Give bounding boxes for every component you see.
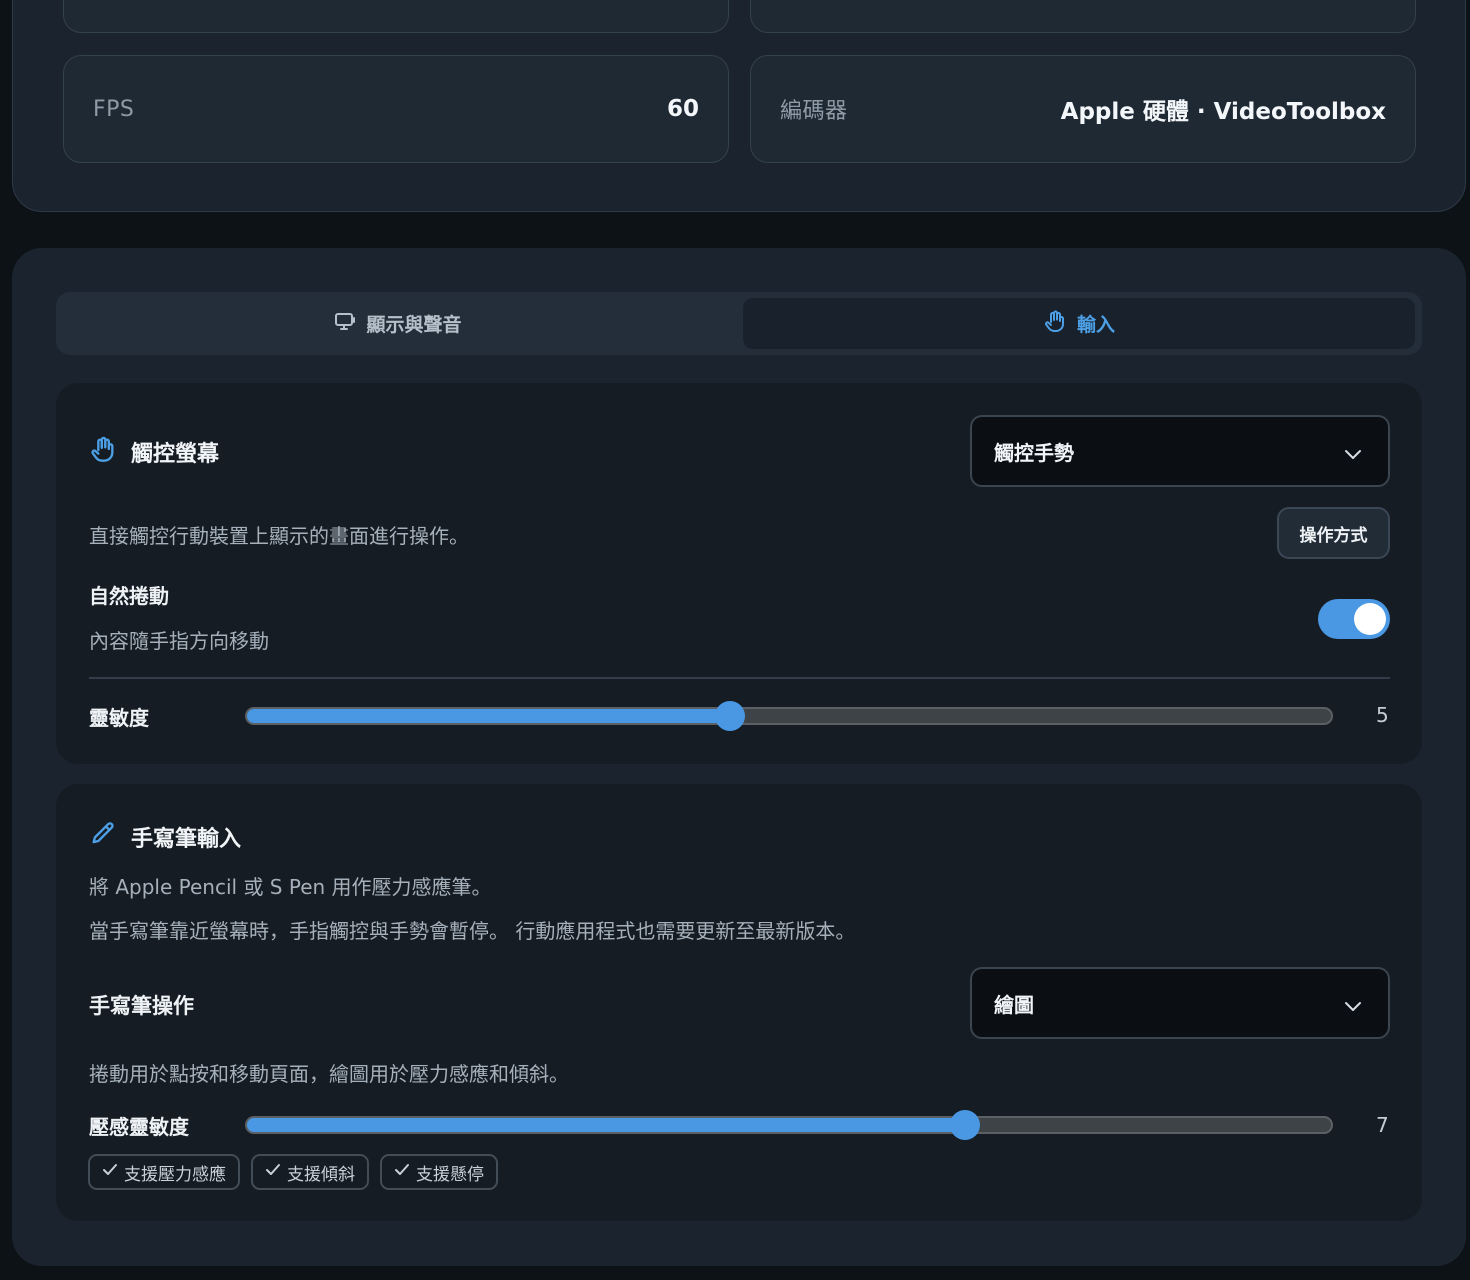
check-icon bbox=[265, 1162, 281, 1182]
pencil-icon bbox=[89, 820, 117, 854]
fps-label: FPS bbox=[93, 96, 135, 122]
chevron-down-icon bbox=[1344, 997, 1362, 1016]
stream-info-panel: FPS 60 編碼器 Apple 硬體 · VideoToolbox bbox=[12, 0, 1466, 212]
stat-card-upper-right bbox=[750, 0, 1416, 33]
check-icon bbox=[102, 1162, 118, 1182]
encoder-label: 編碼器 bbox=[780, 99, 848, 124]
settings-tabbar: 顯示與聲音 輸入 bbox=[56, 292, 1422, 355]
chevron-down-icon bbox=[1344, 445, 1362, 464]
pressure-slider-thumb[interactable] bbox=[949, 1110, 980, 1140]
chip-hover-support: 支援懸停 bbox=[380, 1154, 498, 1190]
pen-section-title-text: 手寫筆輸入 bbox=[131, 827, 242, 852]
chip-label: 支援懸停 bbox=[416, 1164, 484, 1185]
settings-panel: 顯示與聲音 輸入 觸控螢幕 觸控手勢 直接觸控行動裝置上顯示的畫面進行操作。 操… bbox=[12, 248, 1466, 1266]
pressure-slider-fill bbox=[247, 1118, 965, 1132]
chip-label: 支援傾斜 bbox=[287, 1164, 355, 1185]
pressure-value: 7 bbox=[1376, 1113, 1389, 1137]
pressure-slider[interactable] bbox=[245, 1110, 1333, 1140]
fps-card: FPS 60 bbox=[63, 55, 729, 163]
pen-action-label: 手寫筆操作 bbox=[89, 994, 194, 1018]
chip-label: 支援壓力感應 bbox=[124, 1164, 226, 1185]
sensitivity-slider-fill bbox=[247, 709, 731, 723]
tab-display-sound-label: 顯示與聲音 bbox=[366, 314, 462, 336]
pressure-label: 壓感靈敏度 bbox=[89, 1115, 189, 1139]
chip-tilt-support: 支援傾斜 bbox=[251, 1154, 369, 1190]
hand-icon bbox=[89, 435, 117, 469]
touch-section-title-text: 觸控螢幕 bbox=[131, 442, 220, 467]
chip-pressure-support: 支援壓力感應 bbox=[88, 1154, 240, 1190]
encoder-card: 編碼器 Apple 硬體 · VideoToolbox bbox=[750, 55, 1416, 163]
sensitivity-slider-thumb[interactable] bbox=[715, 701, 746, 731]
touch-section-title: 觸控螢幕 bbox=[89, 435, 219, 469]
sensitivity-value: 5 bbox=[1376, 703, 1389, 727]
pen-description-line2: 當手寫筆靠近螢幕時，手指觸控與手勢會暫停。 行動應用程式也需要更新至最新版本。 bbox=[89, 919, 856, 943]
check-icon bbox=[394, 1162, 410, 1182]
pen-action-select[interactable]: 繪圖 bbox=[970, 967, 1390, 1039]
hand-icon bbox=[1043, 309, 1067, 338]
touch-description: 直接觸控行動裝置上顯示的畫面進行操作。 bbox=[89, 524, 469, 548]
pen-action-value: 繪圖 bbox=[994, 992, 1034, 1017]
sensitivity-slider[interactable] bbox=[245, 701, 1333, 731]
natural-scroll-toggle[interactable] bbox=[1318, 599, 1390, 639]
how-to-button[interactable]: 操作方式 bbox=[1277, 507, 1390, 559]
touch-screen-section: 觸控螢幕 觸控手勢 直接觸控行動裝置上顯示的畫面進行操作。 操作方式 自然捲動 … bbox=[56, 383, 1422, 764]
pen-action-description: 捲動用於點按和移動頁面，繪圖用於壓力感應和傾斜。 bbox=[89, 1062, 569, 1086]
stat-card-upper-left bbox=[63, 0, 729, 33]
encoder-value: Apple 硬體 · VideoToolbox bbox=[1060, 99, 1386, 125]
tab-input[interactable]: 輸入 bbox=[743, 298, 1415, 349]
touch-mode-select[interactable]: 觸控手勢 bbox=[970, 415, 1390, 487]
tab-input-label: 輸入 bbox=[1076, 314, 1115, 336]
toggle-knob bbox=[1354, 603, 1386, 635]
pen-input-section: 手寫筆輸入 將 Apple Pencil 或 S Pen 用作壓力感應筆。 當手… bbox=[56, 784, 1422, 1221]
monitor-icon bbox=[334, 311, 356, 336]
pen-description-line1: 將 Apple Pencil 或 S Pen 用作壓力感應筆。 bbox=[89, 875, 492, 899]
touch-mode-value: 觸控手勢 bbox=[994, 440, 1074, 465]
sensitivity-label: 靈敏度 bbox=[89, 706, 149, 730]
fps-value: 60 bbox=[666, 96, 699, 122]
pen-section-title: 手寫筆輸入 bbox=[89, 820, 241, 854]
natural-scroll-label: 自然捲動 bbox=[89, 584, 169, 608]
natural-scroll-description: 內容隨手指方向移動 bbox=[89, 629, 269, 653]
tab-display-sound[interactable]: 顯示與聲音 bbox=[62, 298, 734, 349]
divider bbox=[89, 677, 1390, 679]
